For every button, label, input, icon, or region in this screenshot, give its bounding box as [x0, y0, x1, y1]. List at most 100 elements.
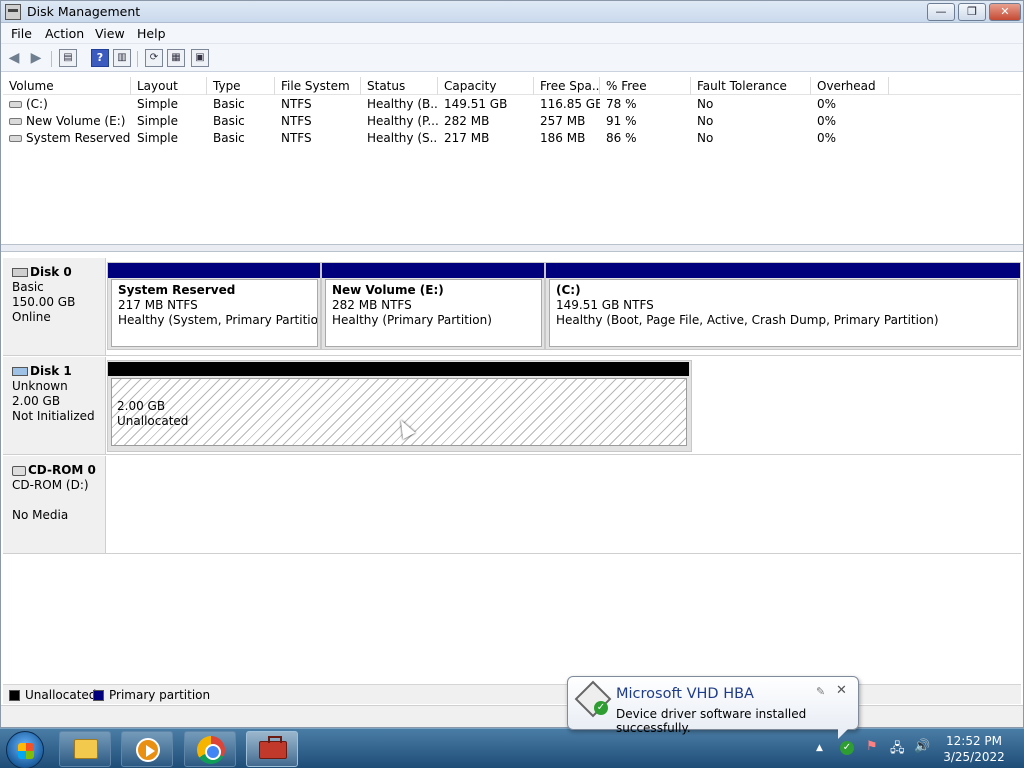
disk-name: Disk 0: [30, 265, 72, 279]
column-free-space[interactable]: Free Spa...: [534, 77, 600, 95]
cd-rom-0-label[interactable]: CD-ROM 0 CD-ROM (D:) No Media: [3, 456, 106, 553]
column-file-system[interactable]: File System: [275, 77, 361, 95]
clock-date: 3/25/2022: [943, 750, 1005, 764]
disk-row-divider: [3, 454, 1021, 455]
close-button[interactable]: ✕: [989, 3, 1021, 21]
show-hidden-icons-icon[interactable]: ▲: [816, 743, 823, 753]
table-row[interactable]: System Reserved Simple Basic NTFS Health…: [3, 130, 1021, 147]
volume-file-system: NTFS: [281, 131, 312, 145]
partition-name: New Volume (E:): [332, 283, 444, 297]
column-layout[interactable]: Layout: [131, 77, 207, 95]
column-overhead[interactable]: Overhead: [811, 77, 889, 95]
volume-type: Basic: [213, 97, 245, 111]
volume-percent-free: 86 %: [606, 131, 637, 145]
action-center-flag-icon[interactable]: ⚑: [866, 739, 878, 754]
volume-icon: [9, 135, 22, 142]
details-pane-icon[interactable]: ▥: [113, 49, 131, 67]
properties-icon[interactable]: ▤: [59, 49, 77, 67]
disk-1-label[interactable]: Disk 1 Unknown 2.00 GB Not Initialized: [3, 357, 106, 454]
help-icon[interactable]: ?: [91, 49, 109, 67]
forward-arrow-icon[interactable]: ▶: [27, 49, 45, 67]
partition-size: 217 MB NTFS: [118, 298, 198, 312]
column-type[interactable]: Type: [207, 77, 275, 95]
volume-free-space: 186 MB: [540, 131, 586, 145]
taskbar-google-chrome[interactable]: [184, 731, 236, 767]
partition-c[interactable]: (C:) 149.51 GB NTFS Healthy (Boot, Page …: [549, 279, 1018, 347]
legend-swatch-unallocated: [9, 690, 20, 701]
primary-partition-bar: [546, 263, 1020, 278]
column-status[interactable]: Status: [361, 77, 438, 95]
unallocated-bar: [108, 362, 689, 376]
disk-status: Not Initialized: [12, 409, 95, 423]
taskbar-windows-explorer[interactable]: [59, 731, 111, 767]
start-button[interactable]: [6, 731, 44, 768]
disk-size: 2.00 GB: [12, 394, 61, 408]
volume-name: New Volume (E:): [26, 114, 126, 128]
menu-file[interactable]: File: [11, 26, 32, 41]
back-arrow-icon[interactable]: ◀: [5, 49, 23, 67]
menu-help[interactable]: Help: [137, 26, 166, 41]
volume-file-system: NTFS: [281, 97, 312, 111]
hard-disk-icon: [12, 367, 28, 376]
volume-icon: [9, 118, 22, 125]
pin-icon[interactable]: ✎: [816, 685, 825, 698]
maximize-button[interactable]: ❐: [958, 3, 986, 21]
disk-status: Online: [12, 310, 51, 324]
column-volume[interactable]: Volume: [3, 77, 131, 95]
settings-icon[interactable]: ▣: [191, 49, 209, 67]
unallocated-space[interactable]: 2.00 GB Unallocated: [111, 378, 687, 446]
column-percent-free[interactable]: % Free: [600, 77, 691, 95]
disk-management-window: Disk Management — ❐ ✕ File Action View H…: [0, 0, 1024, 728]
volume-status: Healthy (B...: [367, 97, 438, 111]
toolbar: ◀ ▶ ▤ ? ▥ ⟳ ▦ ▣: [1, 44, 1023, 72]
partition-system-reserved[interactable]: System Reserved 217 MB NTFS Healthy (Sys…: [111, 279, 318, 347]
table-row[interactable]: New Volume (E:) Simple Basic NTFS Health…: [3, 113, 1021, 130]
partition-size: 149.51 GB NTFS: [556, 298, 654, 312]
volume-free-space: 116.85 GB: [540, 97, 600, 111]
disk-0-label[interactable]: Disk 0 Basic 150.00 GB Online: [3, 258, 106, 355]
title-bar[interactable]: Disk Management — ❐ ✕: [1, 1, 1023, 23]
volume-name: System Reserved: [26, 131, 131, 145]
clock-time: 12:52 PM: [946, 734, 1002, 748]
taskbar-toolbox[interactable]: [246, 731, 298, 767]
volume-capacity: 282 MB: [444, 114, 490, 128]
table-row[interactable]: (C:) Simple Basic NTFS Healthy (B... 149…: [3, 96, 1021, 113]
chrome-icon: [197, 736, 225, 764]
notification-close-icon[interactable]: ✕: [836, 683, 847, 698]
disk-name: Disk 1: [30, 364, 72, 378]
legend-primary-partition: Primary partition: [109, 688, 211, 702]
volume-overhead: 0%: [817, 97, 837, 111]
volume-overhead: 0%: [817, 131, 837, 145]
volume-fault-tolerance: No: [697, 97, 714, 111]
network-icon[interactable]: 🖧: [890, 739, 905, 761]
system-clock[interactable]: 12:52 PM 3/25/2022: [934, 733, 1014, 765]
toolbar-separator: [51, 51, 52, 67]
partition-name: System Reserved: [118, 283, 236, 297]
volume-icon[interactable]: 🔊: [914, 739, 930, 754]
menu-view[interactable]: View: [95, 26, 125, 41]
notification-title: Microsoft VHD HBA: [616, 686, 754, 702]
rescan-icon[interactable]: ▦: [167, 49, 185, 67]
column-fault-tolerance[interactable]: Fault Tolerance: [691, 77, 811, 95]
partition-status: Healthy (Primary Partition): [332, 313, 492, 327]
device-installed-icon[interactable]: ✓: [840, 741, 854, 755]
disk-size: 150.00 GB: [12, 295, 76, 309]
notification-balloon[interactable]: ✓ Microsoft VHD HBA Device driver softwa…: [567, 676, 859, 739]
menu-bar: File Action View Help: [1, 23, 1023, 44]
menu-action[interactable]: Action: [45, 26, 84, 41]
volume-free-space: 257 MB: [540, 114, 586, 128]
minimize-button[interactable]: —: [927, 3, 955, 21]
hard-disk-icon: [12, 268, 28, 277]
volume-list-header: Volume Layout Type File System Status Ca…: [3, 77, 1021, 95]
partition-new-volume-e[interactable]: New Volume (E:) 282 MB NTFS Healthy (Pri…: [325, 279, 542, 347]
primary-partition-bar: [108, 263, 320, 278]
volume-status: Healthy (P...: [367, 114, 438, 128]
taskbar-windows-media-player[interactable]: [121, 731, 173, 767]
refresh-icon[interactable]: ⟳: [145, 49, 163, 67]
cd-rom-icon: [12, 465, 26, 476]
volume-fault-tolerance: No: [697, 114, 714, 128]
column-capacity[interactable]: Capacity: [438, 77, 534, 95]
volume-status: Healthy (S...: [367, 131, 438, 145]
pane-splitter[interactable]: [1, 244, 1023, 252]
partition-size: 282 MB NTFS: [332, 298, 412, 312]
